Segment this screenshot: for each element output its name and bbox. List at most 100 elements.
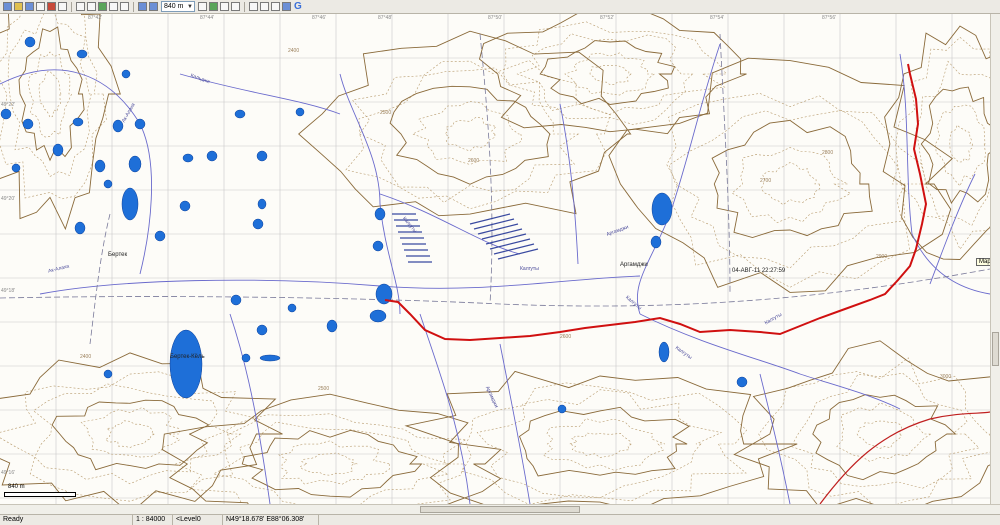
river-line [229, 313, 271, 504]
contour-line [404, 370, 798, 504]
open-icon[interactable] [14, 2, 23, 11]
contour-line [920, 86, 990, 204]
status-bar: Ready 1 : 84000 <Level0 N49°18.678' E88°… [0, 514, 1000, 525]
road-line [89, 213, 111, 345]
print-icon[interactable] [36, 2, 45, 11]
river-line [419, 313, 471, 504]
grid-top-label: 87°56' [822, 15, 837, 21]
lake [650, 235, 662, 249]
copy-icon[interactable] [47, 2, 56, 11]
vertical-scrollbar[interactable] [990, 14, 1000, 504]
contour-line [299, 452, 358, 476]
contour-line [38, 71, 62, 118]
contour-line [882, 25, 990, 260]
lake [154, 230, 166, 242]
contour-line [542, 418, 666, 471]
contour-line [461, 382, 748, 504]
measure-icon[interactable] [120, 2, 129, 11]
contour-label: 2900 [876, 254, 888, 260]
river-line [929, 173, 976, 285]
lake [372, 240, 384, 252]
track-icon[interactable] [98, 2, 107, 11]
lake [252, 218, 264, 230]
zoom-extent-icon[interactable] [198, 2, 207, 11]
lake [736, 376, 748, 388]
river-line [499, 343, 531, 504]
place-label: Бертек-Кёль [170, 354, 205, 360]
contour-line [32, 383, 232, 485]
search-icon[interactable] [209, 2, 218, 11]
save-icon[interactable] [25, 2, 34, 11]
contour-line [666, 93, 927, 288]
pan-icon[interactable] [76, 2, 85, 11]
contour-line [564, 52, 656, 96]
topo-map [0, 14, 990, 504]
grid-top-label: 87°52' [600, 15, 615, 21]
map-canvas[interactable]: 87°42' 87°44' 87°46' 87°48' 87°50' 87°52… [0, 14, 990, 504]
cut-icon[interactable] [271, 2, 280, 11]
lake [11, 163, 21, 173]
contour-line [935, 104, 986, 187]
lake [121, 187, 139, 221]
lake [295, 107, 305, 117]
lake [241, 353, 251, 363]
redo-icon[interactable] [260, 2, 269, 11]
lake [72, 117, 84, 127]
contour-line [836, 402, 932, 462]
globe-icon[interactable] [282, 2, 291, 11]
grid-top-label: 87°50' [488, 15, 503, 21]
river-lines [0, 43, 990, 504]
lake [121, 69, 131, 79]
grid-icon[interactable] [231, 2, 240, 11]
contour-line [518, 406, 690, 477]
contour-label: 3000 [940, 374, 952, 380]
zoom-out-icon[interactable] [149, 2, 158, 11]
contour-line [478, 14, 747, 135]
lake [52, 143, 64, 157]
lakes [0, 36, 748, 414]
grid-top-label: 87°48' [378, 15, 393, 21]
lake [230, 294, 242, 306]
paste-icon[interactable] [58, 2, 67, 11]
scale-select[interactable]: 840 m ▼ [161, 1, 195, 12]
grid-top-label: 87°54' [710, 15, 725, 21]
contour-line [212, 421, 450, 504]
grid-lines [0, 14, 990, 504]
map-coverage-tooltip: Map cov [976, 258, 990, 266]
contour-line [174, 413, 468, 504]
lake [74, 221, 86, 235]
lake [179, 200, 191, 212]
horizontal-scroll-thumb[interactable] [420, 506, 580, 513]
contour-lines [0, 14, 990, 504]
contour-line [278, 440, 391, 485]
lake [103, 369, 113, 379]
lake [103, 179, 113, 189]
vertical-scroll-thumb[interactable] [992, 332, 999, 366]
contour-line [812, 394, 957, 481]
waypoint-icon[interactable] [109, 2, 118, 11]
contour-label: 2700 [760, 178, 772, 184]
select-icon[interactable] [87, 2, 96, 11]
grid-top-label: 87°46' [312, 15, 327, 21]
contour-line [790, 372, 980, 489]
new-icon[interactable] [3, 2, 12, 11]
horizontal-scrollbar[interactable] [0, 504, 1000, 514]
contour-line [856, 420, 902, 449]
undo-icon[interactable] [249, 2, 258, 11]
status-ready: Ready [3, 516, 24, 523]
contour-line [539, 40, 676, 105]
layers-icon[interactable] [220, 2, 229, 11]
google-icon[interactable]: G [294, 1, 302, 12]
contour-label: 2400 [288, 48, 300, 54]
road-line [0, 268, 990, 307]
lake [128, 155, 142, 173]
contour-label: 2500 [380, 110, 392, 116]
contour-line [298, 30, 632, 217]
status-empty [318, 515, 1000, 525]
grid-top-label: 87°44' [200, 15, 215, 21]
contour-label: 2400 [80, 354, 92, 360]
zoom-in-icon[interactable] [138, 2, 147, 11]
contour-label: 2500 [318, 386, 330, 392]
contour-line [711, 119, 873, 238]
contour-line [51, 399, 210, 471]
